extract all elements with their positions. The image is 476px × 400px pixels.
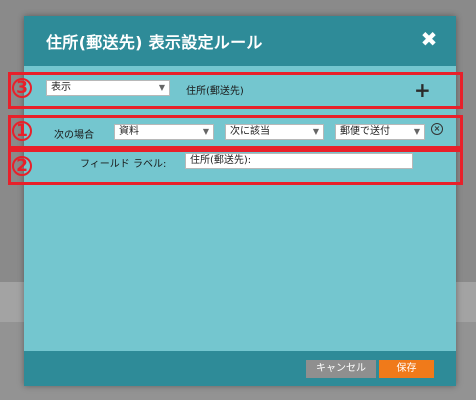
- annotation-box-1: [8, 115, 463, 149]
- annotation-number-3: 3: [12, 78, 32, 98]
- annotation-box-3: [8, 72, 463, 109]
- dialog-footer: キャンセル 保存: [24, 351, 456, 386]
- dialog-title: 住所(郵送先) 表示設定ルール: [46, 33, 263, 52]
- annotation-number-2: 2: [12, 156, 32, 176]
- save-button[interactable]: 保存: [379, 360, 434, 378]
- close-icon[interactable]: ✖: [418, 26, 440, 52]
- dialog-header: 住所(郵送先) 表示設定ルール ✖: [24, 16, 456, 66]
- annotation-number-1: 1: [12, 121, 32, 141]
- annotation-box-2: [8, 149, 463, 185]
- cancel-button[interactable]: キャンセル: [306, 360, 376, 378]
